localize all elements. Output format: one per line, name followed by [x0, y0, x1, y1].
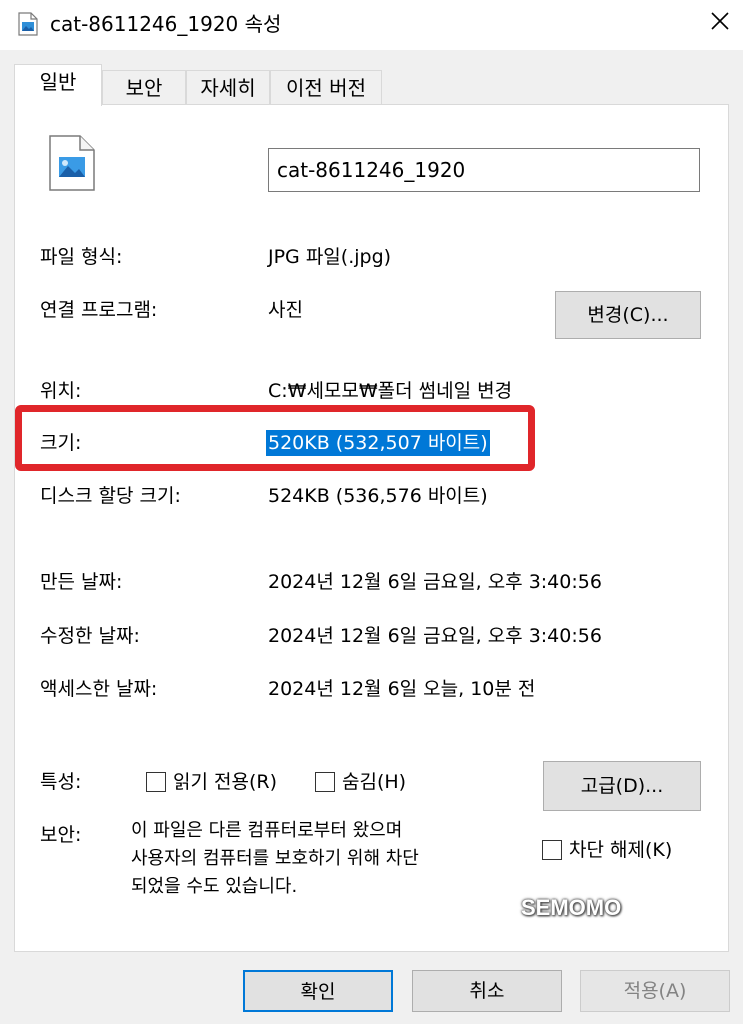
modified-label: 수정한 날짜: [40, 625, 140, 647]
unblock-label[interactable]: 차단 해제(K) [569, 837, 672, 863]
close-button[interactable] [697, 0, 743, 46]
tab-security[interactable]: 보안 [102, 70, 186, 106]
opens-with-value: 사진 [268, 299, 303, 321]
file-name-input[interactable] [268, 148, 700, 192]
size-on-disk-value: 524KB (536,576 바이트) [268, 485, 488, 507]
watermark: SEMOMO [521, 895, 622, 920]
tab-general[interactable]: 일반 [14, 64, 102, 106]
change-program-button[interactable]: 변경(C)... [555, 291, 701, 339]
location-label: 위치: [40, 380, 82, 402]
security-label: 보안: [40, 824, 82, 846]
image-file-icon [49, 135, 95, 191]
location-value: C:₩세모모₩폴더 썸네일 변경 [268, 380, 513, 402]
hidden-label[interactable]: 숨김(H) [342, 769, 406, 795]
cancel-button[interactable]: 취소 [412, 970, 562, 1012]
image-file-icon [18, 12, 38, 36]
security-note: 이 파일은 다른 컴퓨터로부터 왔으며 사용자의 컴퓨터를 보호하기 위해 차단… [131, 820, 419, 897]
separator [40, 215, 699, 216]
close-icon [710, 11, 730, 35]
readonly-checkbox[interactable] [146, 772, 166, 792]
opens-with-label: 연결 프로그램: [40, 299, 158, 321]
tab-previous-versions[interactable]: 이전 버전 [270, 70, 382, 106]
attributes-label: 특성: [40, 771, 82, 793]
separator [40, 350, 699, 351]
created-value: 2024년 12월 6일 금요일, 오후 3:40:56 [268, 571, 602, 593]
size-label: 크기: [40, 432, 82, 454]
hidden-checkbox[interactable] [315, 772, 335, 792]
unblock-checkbox[interactable] [542, 840, 562, 860]
readonly-label[interactable]: 읽기 전용(R) [173, 769, 277, 795]
size-value[interactable]: 520KB (532,507 바이트) [266, 430, 490, 456]
accessed-label: 액세스한 날짜: [40, 678, 158, 700]
apply-button[interactable]: 적용(A) [580, 970, 730, 1012]
modified-value: 2024년 12월 6일 금요일, 오후 3:40:56 [268, 625, 602, 647]
separator [40, 549, 699, 550]
file-type-label: 파일 형식: [40, 246, 123, 268]
advanced-button[interactable]: 고급(D)... [543, 761, 701, 811]
created-label: 만든 날짜: [40, 571, 123, 593]
size-on-disk-label: 디스크 할당 크기: [40, 485, 181, 507]
ok-button[interactable]: 확인 [243, 970, 393, 1012]
general-panel: 파일 형식: JPG 파일(.jpg) 연결 프로그램: 사진 변경(C)...… [14, 104, 729, 952]
tab-details[interactable]: 자세히 [186, 70, 270, 106]
accessed-value: 2024년 12월 6일 오늘, 10분 전 [268, 678, 536, 700]
window-title: cat-8611246_1920 속성 [50, 12, 282, 36]
file-type-value: JPG 파일(.jpg) [268, 246, 392, 268]
separator [40, 747, 699, 748]
properties-dialog: cat-8611246_1920 속성 일반 보안 자세히 이전 버전 파일 [0, 0, 743, 1024]
title-bar: cat-8611246_1920 속성 [0, 0, 743, 50]
